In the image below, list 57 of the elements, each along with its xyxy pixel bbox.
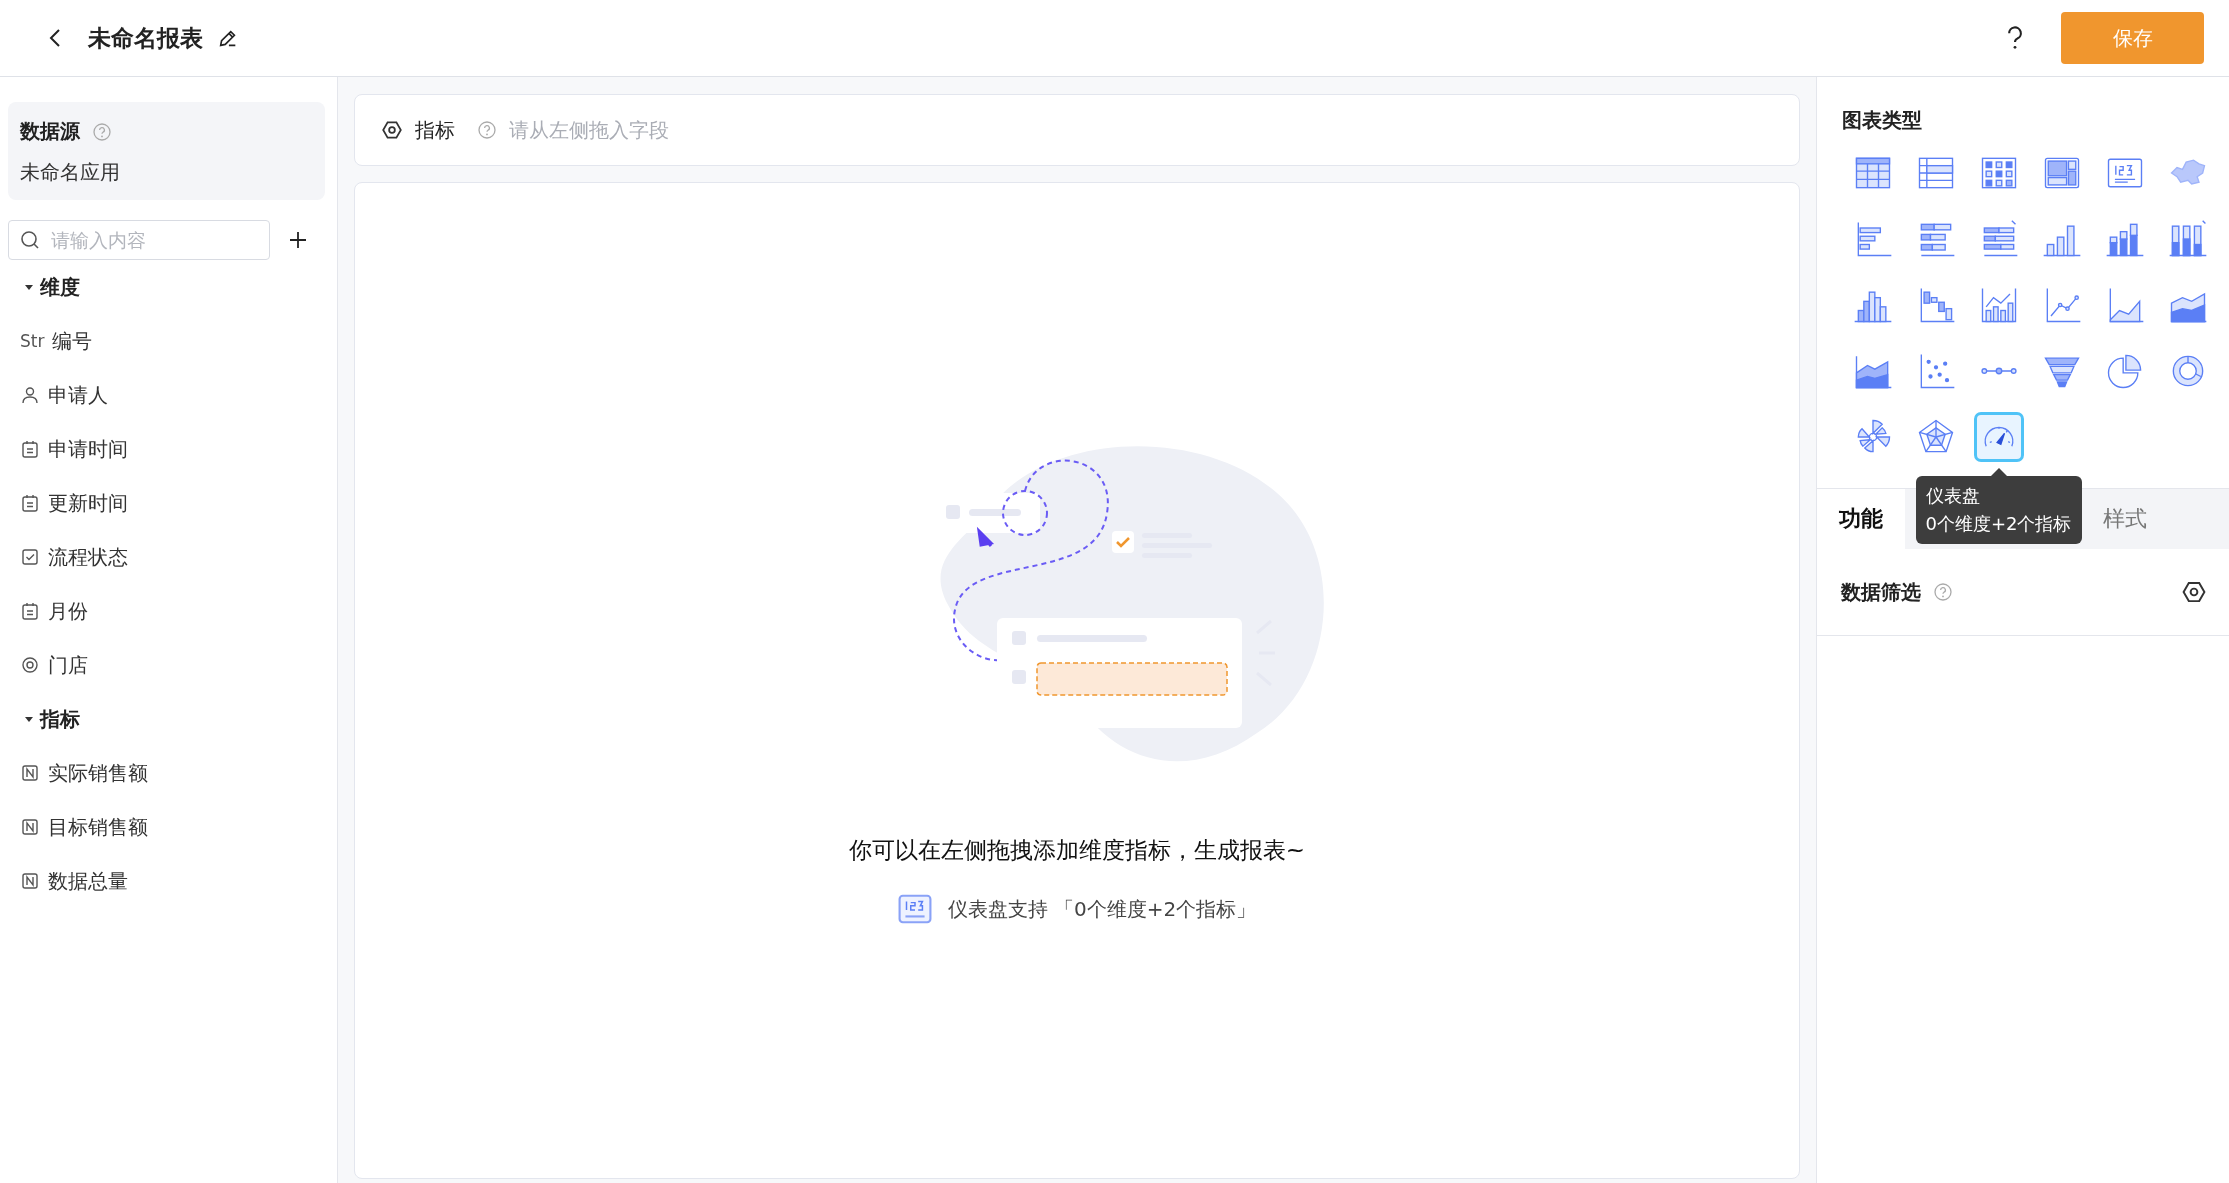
number-field-icon (20, 817, 40, 837)
field-item[interactable]: 门店 (8, 638, 337, 692)
group-label: 指标 (40, 705, 80, 733)
add-icon[interactable] (288, 230, 308, 250)
number-field-icon (20, 763, 40, 783)
field-name: 目标销售额 (48, 813, 148, 841)
group-label: 维度 (40, 273, 80, 301)
search-icon (20, 230, 40, 250)
field-name: 流程状态 (48, 543, 128, 571)
field-item[interactable]: 月份 (8, 584, 337, 638)
field-item[interactable]: 更新时间 (8, 476, 337, 530)
target-icon (20, 655, 40, 675)
field-item[interactable]: 数据总量 (8, 854, 337, 908)
gauge-chart-icon[interactable] (1973, 412, 2024, 462)
field-name: 申请人 (48, 381, 108, 409)
string-type-tag: Str (20, 331, 45, 351)
field-name: 申请时间 (48, 435, 128, 463)
field-item[interactable]: 目标销售额 (8, 800, 337, 854)
tooltip-title: 仪表盘 (1925, 484, 1981, 508)
group-header[interactable]: 维度 (8, 260, 337, 314)
section-title: 图表类型 (1841, 107, 1923, 134)
filter-label: 数据筛选 (1841, 578, 1921, 606)
field-name: 实际销售额 (48, 759, 148, 787)
datasource-value[interactable]: 未命名应用 (20, 159, 313, 186)
field-name: 门店 (48, 651, 88, 679)
metric-drop-bar[interactable]: 指标 请从左侧拖入字段 (354, 94, 1800, 166)
field-item[interactable]: 实际销售额 (8, 746, 337, 800)
report-title: 未命名报表 (88, 23, 203, 53)
field-item[interactable]: Str 编号 (8, 314, 337, 368)
search-field[interactable]: 请输入内容 (8, 220, 270, 260)
group-header[interactable]: 指标 (8, 692, 337, 746)
checkbox-icon (20, 547, 40, 567)
hexagon-icon (381, 119, 403, 141)
drop-hint: 请从左侧拖入字段 (509, 116, 669, 144)
field-name: 编号 (52, 327, 93, 355)
caret-icon (24, 282, 34, 292)
datasource-label: 数据源 (20, 118, 80, 145)
number-card-icon (897, 894, 932, 924)
calendar-icon (20, 601, 40, 621)
hexagon-settings-icon[interactable] (2181, 579, 2207, 605)
field-item[interactable]: 申请时间 (8, 422, 337, 476)
field-item[interactable]: 申请人 (8, 368, 337, 422)
caret-icon (24, 714, 34, 724)
metric-label: 指标 (415, 116, 455, 144)
field-item[interactable]: 流程状态 (8, 530, 337, 584)
chart-support-hint: 仪表盘支持 「0个维度+2个指标」 (947, 895, 1257, 923)
person-icon (20, 385, 40, 405)
panel-tab[interactable]: 功能 (1817, 489, 1905, 549)
field-name: 更新时间 (48, 489, 128, 517)
tooltip-subtitle: 0个维度+2个指标 (1925, 512, 2072, 536)
field-name: 数据总量 (48, 867, 128, 895)
panel-tab[interactable]: 样式 (2081, 489, 2169, 549)
calendar-icon (20, 493, 40, 513)
number-field-icon (20, 871, 40, 891)
field-name: 月份 (48, 597, 88, 625)
empty-state-message: 你可以在左侧拖拽添加维度指标，生成报表~ (848, 836, 1306, 865)
calendar-icon (20, 439, 40, 459)
